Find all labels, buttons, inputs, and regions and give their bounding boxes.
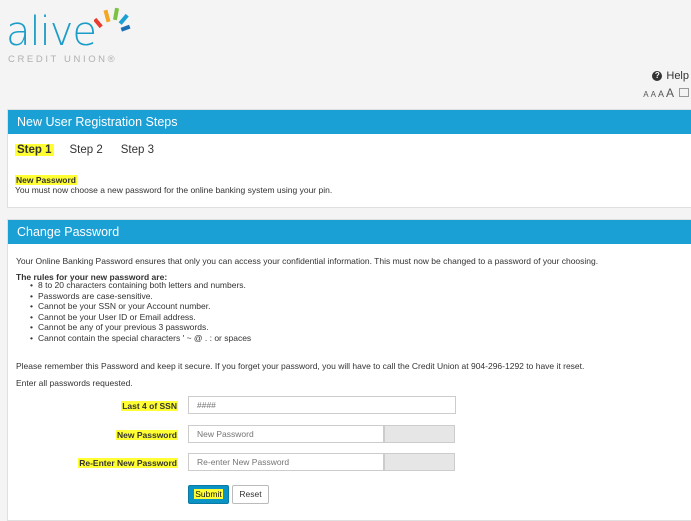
registration-steps-title: New User Registration Steps	[8, 110, 691, 134]
new-password-label: New Password	[116, 430, 178, 440]
reenter-password-strength-meter	[384, 453, 455, 471]
enter-all-text: Enter all passwords requested.	[16, 378, 133, 388]
help-label: Help	[666, 70, 689, 82]
font-size-controls: A A A A	[643, 86, 689, 100]
help-link[interactable]: ? Help	[652, 70, 689, 82]
change-password-title: Change Password	[8, 220, 691, 244]
print-icon[interactable]	[679, 88, 689, 97]
ssn-label: Last 4 of SSN	[121, 401, 178, 411]
font-size-small[interactable]: A	[643, 90, 648, 99]
step-3: Step 3	[120, 144, 155, 156]
section-description: You must now choose a new password for t…	[15, 185, 333, 195]
new-password-input[interactable]	[188, 425, 384, 443]
section-label: New Password	[15, 175, 77, 185]
intro-text: Your Online Banking Password ensures tha…	[16, 256, 599, 266]
rule-item: Cannot be any of your previous 3 passwor…	[30, 322, 251, 333]
rule-item: Cannot be your User ID or Email address.	[30, 312, 251, 323]
reenter-password-label: Re-Enter New Password	[78, 458, 178, 468]
rule-item: 8 to 20 characters containing both lette…	[30, 280, 251, 291]
font-size-xlarge[interactable]: A	[666, 86, 674, 100]
submit-button[interactable]: Submit	[188, 485, 229, 504]
rule-item: Passwords are case-sensitive.	[30, 291, 251, 302]
step-1: Step 1	[15, 144, 54, 156]
font-size-medium[interactable]: A	[651, 90, 656, 99]
rule-item: Cannot contain the special characters ' …	[30, 333, 251, 344]
brand-tagline: CREDIT UNION®	[8, 54, 118, 65]
registration-steps-panel: New User Registration Steps Step 1 Step …	[7, 109, 691, 208]
steps-indicator: Step 1 Step 2 Step 3	[15, 144, 156, 156]
ssn-input[interactable]	[188, 396, 456, 414]
reenter-password-input[interactable]	[188, 453, 384, 471]
reminder-text: Please remember this Password and keep i…	[16, 361, 585, 371]
change-password-panel: Change Password Your Online Banking Pass…	[7, 219, 691, 521]
step-2: Step 2	[69, 144, 103, 156]
password-rules-list: 8 to 20 characters containing both lette…	[30, 280, 251, 344]
logo-sunburst-icon	[94, 7, 131, 32]
rule-item: Cannot be your SSN or your Account numbe…	[30, 301, 251, 312]
brand-name: alive	[6, 9, 97, 55]
alive-credit-union-logo[interactable]: alive CREDIT UNION®	[6, 6, 166, 66]
help-icon: ?	[652, 71, 663, 81]
font-size-large[interactable]: A	[658, 89, 664, 99]
new-password-strength-meter	[384, 425, 455, 443]
reset-button[interactable]: Reset	[232, 485, 269, 504]
submit-label: Submit	[194, 489, 223, 499]
